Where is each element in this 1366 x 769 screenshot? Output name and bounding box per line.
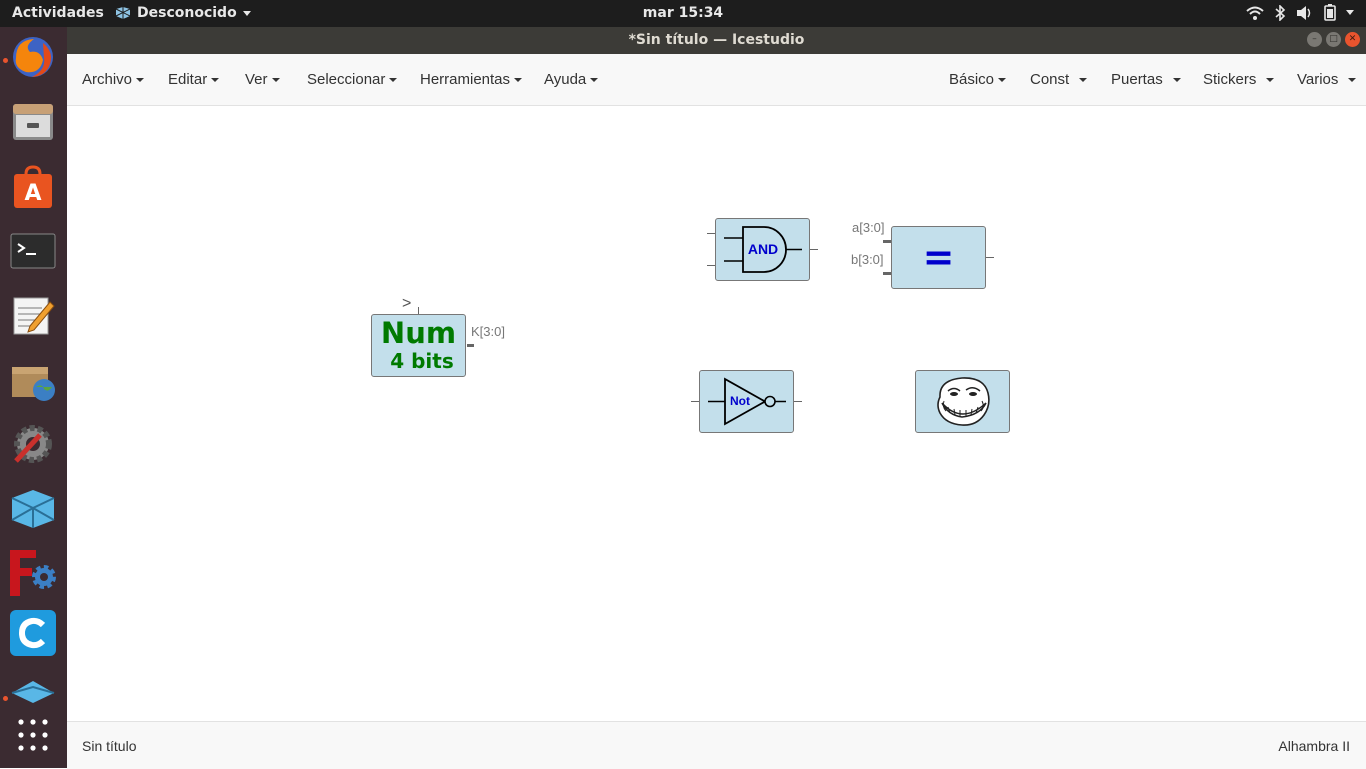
- files-icon[interactable]: [10, 99, 56, 145]
- window-title: *Sin título — Icestudio: [628, 32, 805, 48]
- caret-down-icon: [998, 77, 1007, 82]
- icestudio-icon: [115, 7, 131, 19]
- app-menu[interactable]: Desconocido: [115, 5, 251, 21]
- caret-down-icon: [1266, 77, 1275, 82]
- menu-ayuda[interactable]: Ayuda: [544, 71, 599, 88]
- menu-label: Editar: [168, 71, 208, 88]
- app-name: Desconocido: [137, 5, 237, 21]
- and-gate-block[interactable]: AND: [715, 218, 810, 281]
- not-input-port[interactable]: [691, 401, 699, 402]
- troll-face-icon: [937, 377, 990, 426]
- not-output-port[interactable]: [794, 401, 802, 402]
- running-indicator: [3, 696, 8, 701]
- and-output-port[interactable]: [810, 249, 818, 250]
- input-a-label: a[3:0]: [852, 220, 885, 235]
- not-gate-block[interactable]: Not: [699, 370, 794, 433]
- menu-seleccionar[interactable]: Seleccionar: [307, 71, 398, 88]
- archive-manager-icon[interactable]: [10, 357, 56, 403]
- freecad-icon[interactable]: [10, 550, 56, 596]
- comparator-block[interactable]: =: [891, 226, 986, 289]
- icestudio-icon[interactable]: [10, 486, 56, 532]
- and-input-port[interactable]: [707, 265, 715, 266]
- system-tray[interactable]: [1246, 4, 1354, 21]
- menu-label: Herramientas: [420, 71, 511, 88]
- activities-button[interactable]: Actividades: [12, 5, 104, 21]
- menu-label: Ayuda: [544, 71, 587, 88]
- dock: A: [0, 27, 67, 768]
- menubar: Archivo Editar Ver Seleccionar Herramien…: [67, 54, 1366, 106]
- battery-icon: [1324, 4, 1336, 21]
- show-applications-icon[interactable]: [10, 713, 56, 759]
- app-icon[interactable]: [10, 675, 56, 703]
- menu-label: Ver: [245, 71, 268, 88]
- menu-puertas[interactable]: Puertas: [1111, 71, 1181, 88]
- menu-herramientas[interactable]: Herramientas: [420, 71, 523, 88]
- caret-down-icon: [514, 77, 523, 82]
- wifi-icon: [1246, 6, 1264, 20]
- and-gate-label: AND: [747, 241, 779, 257]
- num-4bits-block[interactable]: Num 4 bits: [371, 314, 466, 377]
- status-bar: Sin título Alhambra II: [67, 721, 1366, 769]
- equals-symbol: =: [922, 235, 955, 279]
- maximize-button[interactable]: □: [1326, 32, 1341, 47]
- menu-basico[interactable]: Básico: [949, 71, 1007, 88]
- input-b-label: b[3:0]: [851, 252, 884, 267]
- chevron-down-icon: [1346, 10, 1354, 15]
- num-block-title: Num: [380, 316, 457, 350]
- menu-label: Básico: [949, 71, 995, 88]
- system-tools-icon[interactable]: [10, 421, 56, 467]
- menu-label: Varios: [1297, 71, 1339, 88]
- caret-down-icon: [1172, 77, 1181, 82]
- menu-varios[interactable]: Varios: [1297, 71, 1357, 88]
- menu-ver[interactable]: Ver: [245, 71, 280, 88]
- caret-down-icon: [1079, 77, 1088, 82]
- input-b-port[interactable]: [883, 272, 891, 275]
- caret-down-icon: [590, 77, 599, 82]
- menu-label: Seleccionar: [307, 71, 386, 88]
- text-editor-icon[interactable]: [10, 292, 56, 338]
- window-title-bar[interactable]: *Sin título — Icestudio – □ ✕: [67, 27, 1366, 54]
- svg-text:A: A: [24, 181, 41, 206]
- close-button[interactable]: ✕: [1345, 32, 1360, 47]
- output-label: K[3:0]: [471, 324, 505, 339]
- running-indicator: [3, 58, 8, 63]
- design-canvas[interactable]: > Num 4 bits K[3:0] AND a[3:0] b[3:0] =: [67, 106, 1366, 721]
- caret-down-icon: [211, 77, 220, 82]
- menu-stickers[interactable]: Stickers: [1203, 71, 1275, 88]
- chevron-down-icon: [242, 10, 251, 16]
- software-center-icon[interactable]: A: [10, 164, 56, 210]
- menu-label: Puertas: [1111, 71, 1163, 88]
- menu-archivo[interactable]: Archivo: [82, 71, 145, 88]
- clock-marker: >: [402, 295, 412, 312]
- input-a-port[interactable]: [883, 240, 891, 243]
- bluetooth-icon: [1275, 4, 1286, 21]
- menu-editar[interactable]: Editar: [168, 71, 220, 88]
- caret-down-icon: [389, 77, 398, 82]
- caret-down-icon: [271, 77, 280, 82]
- menu-label: Archivo: [82, 71, 133, 88]
- and-input-port[interactable]: [707, 233, 715, 234]
- cura-icon[interactable]: [10, 610, 56, 656]
- output-port[interactable]: [467, 344, 474, 347]
- caret-down-icon: [136, 77, 145, 82]
- clock-port[interactable]: [418, 307, 419, 314]
- caret-down-icon: [1348, 77, 1357, 82]
- menu-const[interactable]: Const: [1030, 71, 1088, 88]
- volume-icon: [1297, 5, 1311, 20]
- system-top-bar: Actividades Desconocido mar 15:34: [0, 0, 1366, 27]
- menu-label: Const: [1030, 71, 1070, 88]
- firefox-icon[interactable]: [10, 34, 56, 80]
- project-name: Sin título: [82, 738, 137, 754]
- terminal-icon[interactable]: [10, 228, 56, 274]
- menu-label: Stickers: [1203, 71, 1257, 88]
- board-selector[interactable]: Alhambra II: [1278, 738, 1350, 754]
- num-block-subtitle: 4 bits: [390, 349, 454, 373]
- minimize-button[interactable]: –: [1307, 32, 1322, 47]
- sticker-block[interactable]: [915, 370, 1010, 433]
- not-gate-label: Not: [730, 394, 750, 408]
- comparator-output-port[interactable]: [986, 257, 994, 258]
